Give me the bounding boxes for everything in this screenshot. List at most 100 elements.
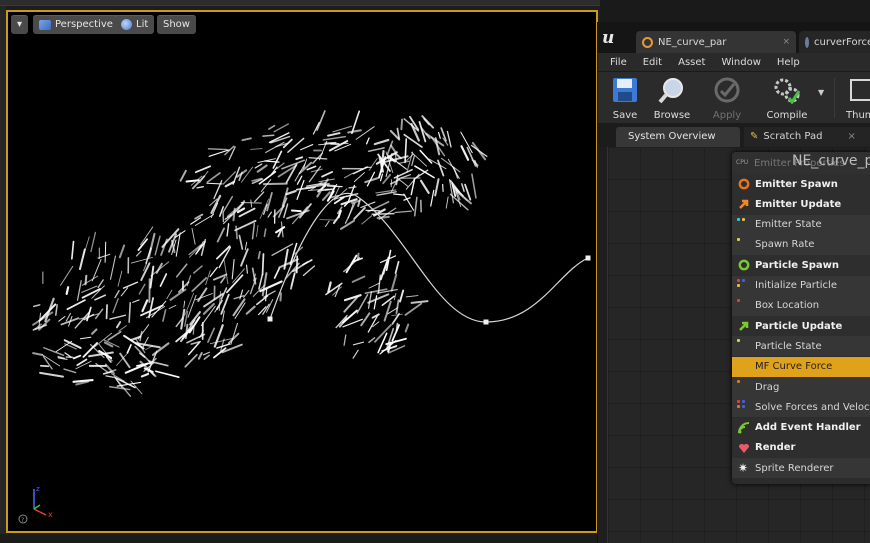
unreal-logo-icon: u	[602, 28, 615, 48]
emitter-node-header[interactable]: CPU Emitter Properties NE_curve_p	[732, 152, 870, 174]
apply-button[interactable]: Apply	[708, 76, 746, 122]
curve-control-point[interactable]	[267, 316, 273, 322]
apply-label: Apply	[712, 110, 742, 121]
tab-scratch-pad[interactable]: ✎ Scratch Pad ×	[744, 127, 870, 147]
menu-window[interactable]: Window	[721, 57, 760, 68]
viewport-options-button[interactable]: ▾	[11, 15, 28, 34]
chevron-down-icon: ▾	[16, 19, 23, 30]
thumbnail-icon	[850, 79, 870, 101]
stack-row-add-event-handler[interactable]: Add Event Handler	[732, 417, 870, 438]
close-icon[interactable]: ×	[847, 127, 855, 147]
event-handler-icon	[738, 421, 750, 434]
stack-row-label: Emitter Spawn	[755, 178, 838, 190]
viewport-bottom-strip	[0, 534, 600, 543]
force-curve-spline	[269, 192, 589, 323]
compile-options-chevron-icon[interactable]: ▼	[818, 88, 828, 98]
viewport[interactable]: ▾ Perspective Lit Show x z ?	[0, 0, 600, 543]
axis-gizmo-icon: x z ?	[18, 485, 53, 524]
module-type-dots	[737, 380, 749, 390]
particle-update-icon	[739, 321, 749, 332]
stack-row-emitter-update[interactable]: Emitter Update	[732, 194, 870, 215]
menu-bar: File Edit Asset Window Help	[598, 53, 870, 71]
emitter-stack-node[interactable]: CPU Emitter Properties NE_curve_p Emitte…	[732, 152, 870, 484]
apply-check-icon	[714, 77, 740, 103]
camera-cube-icon	[39, 19, 51, 30]
document-tab-curverforce[interactable]: curverForce	[799, 31, 870, 53]
curve-control-point[interactable]	[585, 255, 591, 261]
stack-row-solve-forces-and-velocity[interactable]: Solve Forces and Velocity	[732, 397, 870, 418]
menu-asset[interactable]: Asset	[678, 57, 705, 68]
document-tab-label: NE_curve_par	[658, 36, 727, 48]
module-type-dots	[737, 298, 749, 309]
show-button[interactable]: Show	[157, 15, 196, 34]
save-disk-icon	[613, 78, 637, 102]
close-icon[interactable]: ×	[782, 37, 790, 47]
stack-row-particle-spawn[interactable]: Particle Spawn	[732, 255, 870, 276]
stack-row-label: Emitter State	[755, 219, 822, 231]
graph-left-scroll	[598, 147, 608, 543]
svg-text:x: x	[48, 510, 53, 519]
stack-row-label: Render	[755, 442, 796, 454]
tab-system-overview[interactable]: System Overview	[616, 127, 740, 147]
menu-file[interactable]: File	[610, 57, 627, 68]
module-asset-icon	[805, 36, 809, 48]
sprite-renderer-icon: ✷	[738, 461, 749, 476]
browse-label: Browse	[653, 110, 691, 121]
stack-row-spawn-rate[interactable]: Spawn Rate	[732, 234, 870, 255]
document-tab-emitter[interactable]: NE_curve_par ×	[636, 31, 796, 53]
panel-tab-bar: System Overview ✎ Scratch Pad ×	[598, 123, 870, 147]
browse-button[interactable]: Browse	[650, 76, 694, 122]
thumbnail-button[interactable]: Thum	[846, 76, 870, 122]
stack-row-label: Drag	[755, 381, 780, 393]
stack-row-mf-curve-force[interactable]: MF Curve Force	[732, 356, 870, 377]
stack-row-particle-update[interactable]: Particle Update	[732, 316, 870, 337]
stack-row-label: Box Location	[755, 300, 820, 312]
stack-row-box-location[interactable]: Box Location	[732, 295, 870, 316]
stack-row-label: Emitter Update	[755, 198, 842, 210]
particle-streaks	[32, 110, 488, 397]
lit-sphere-icon	[121, 19, 132, 30]
compile-button[interactable]: Compile	[763, 76, 811, 122]
lit-button[interactable]: Lit	[115, 15, 155, 34]
menu-help[interactable]: Help	[777, 57, 800, 68]
menu-edit[interactable]: Edit	[643, 57, 662, 68]
stack-row-sprite-renderer[interactable]: ✷ Sprite Renderer	[732, 458, 870, 479]
stack-row-particle-state[interactable]: Particle State	[732, 336, 870, 357]
emitter-asset-icon	[642, 36, 653, 48]
stack-row-label: Sprite Renderer	[755, 462, 834, 474]
render-heart-icon	[738, 443, 750, 453]
viewport-top-strip	[0, 0, 600, 6]
document-tab-label: curverForce	[814, 36, 870, 48]
stack-row-drag[interactable]: Drag	[732, 377, 870, 397]
show-label: Show	[163, 19, 190, 30]
module-type-dots	[737, 278, 749, 289]
thumbnail-label: Thum	[846, 110, 870, 121]
stack-row-emitter-spawn[interactable]: Emitter Spawn	[732, 174, 870, 194]
module-type-dots	[737, 217, 749, 228]
stack-row-render[interactable]: Render	[732, 437, 870, 458]
perspective-button[interactable]: Perspective	[33, 15, 119, 34]
curve-control-point[interactable]	[483, 319, 489, 325]
compile-label: Compile	[766, 110, 808, 121]
particle-spawn-icon	[738, 259, 750, 271]
cpu-badge: CPU	[736, 159, 749, 166]
svg-text:z: z	[36, 485, 40, 493]
stack-row-label: Solve Forces and Velocity	[755, 401, 870, 413]
svg-text:?: ?	[21, 517, 24, 524]
lit-label: Lit	[136, 19, 149, 30]
stack-row-label: Add Event Handler	[755, 422, 861, 434]
particle-preview[interactable]	[8, 12, 596, 531]
stack-row-label: Initialize Particle	[755, 280, 837, 291]
emitter-spawn-icon	[738, 178, 750, 190]
stack-row-initialize-particle[interactable]: Initialize Particle	[732, 275, 870, 296]
perspective-label: Perspective	[55, 19, 113, 30]
emitter-update-icon	[739, 199, 749, 210]
save-button[interactable]: Save	[608, 76, 642, 122]
stack-row-emitter-state[interactable]: Emitter State	[732, 214, 870, 235]
save-label: Save	[612, 110, 638, 121]
stack-row-label: Particle State	[755, 340, 822, 352]
magnifier-icon	[658, 78, 683, 104]
toolbar-separator	[834, 78, 835, 118]
niagara-editor-window[interactable]: u NE_curve_par × curverForce File Edit A…	[597, 22, 870, 543]
pencil-icon: ✎	[750, 131, 759, 142]
